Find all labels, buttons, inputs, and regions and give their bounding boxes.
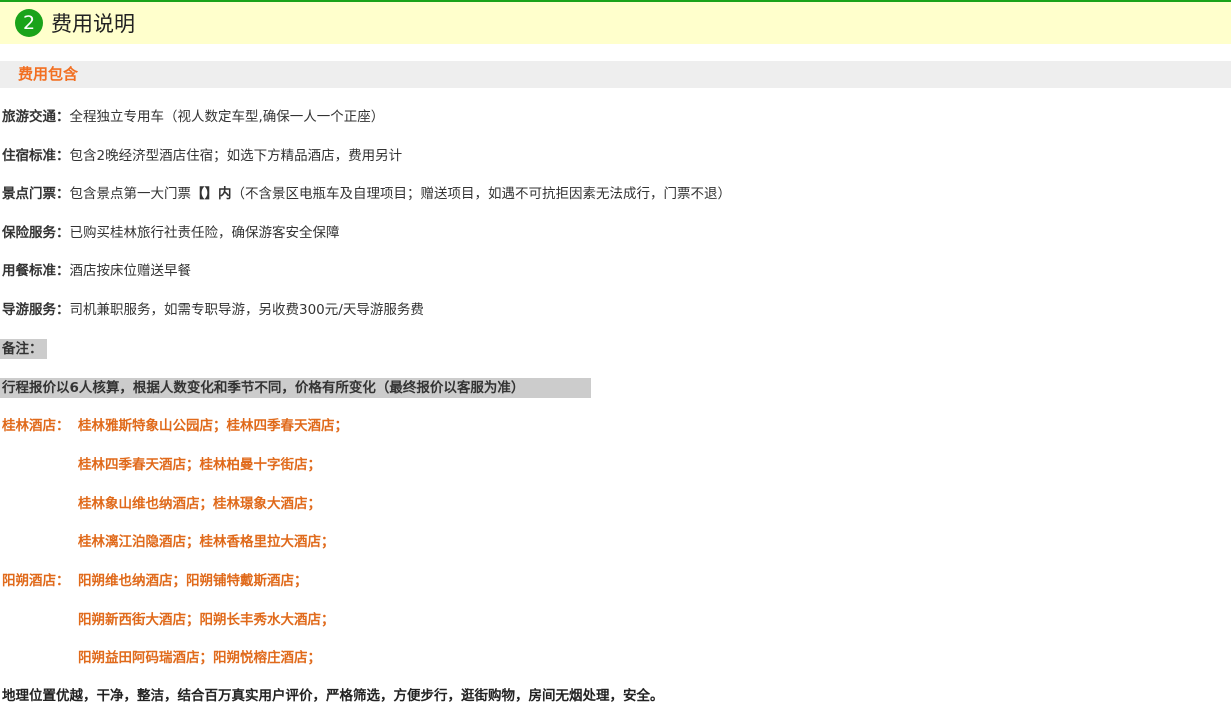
hotel-description: 地理位置优越，干净，整洁，结合百万真实用户评价，严格筛选，方便步行，逛街购物，房… <box>2 688 664 704</box>
item-accommodation: 住宿标准：包含2晚经济型酒店住宿；如选下方精品酒店，费用另计 <box>2 146 402 166</box>
guilin-hotel-line: 桂林漓江泊隐酒店；桂林香格里拉大酒店； <box>78 534 335 550</box>
item-label: 导游服务： <box>2 302 70 318</box>
yangshuo-hotel-line: 阳朔维也纳酒店；阳朔铺特戴斯酒店； <box>78 573 308 589</box>
item-insurance: 保险服务：已购买桂林旅行社责任险，确保游客安全保障 <box>2 223 340 243</box>
pricing-note: 行程报价以6人核算，根据人数变化和季节不同，价格有所变化（最终报价以客服为准） <box>0 378 591 398</box>
item-meals: 用餐标准：酒店按床位赠送早餐 <box>2 261 191 281</box>
guilin-hotels-label: 桂林酒店： <box>2 418 70 434</box>
guilin-hotel-line: 桂林四季春天酒店；桂林柏曼十字街店； <box>78 457 321 473</box>
guilin-hotel-line: 桂林雅斯特象山公园店；桂林四季春天酒店； <box>78 418 348 434</box>
item-transport: 旅游交通：全程独立专用车（视人数定车型,确保一人一个正座） <box>2 107 384 127</box>
item-value-pre: 包含景点第一大门票 <box>69 186 192 202</box>
item-label: 用餐标准： <box>2 263 70 279</box>
item-value: 已购买桂林旅行社责任险，确保游客安全保障 <box>69 225 340 241</box>
guilin-hotel-line: 桂林象山维也纳酒店；桂林璟象大酒店； <box>78 496 321 512</box>
item-value-post: （不含景区电瓶车及自理项目；赠送项目，如遇不可抗拒因素无法成行，门票不退） <box>231 186 732 202</box>
item-value: 全程独立专用车（视人数定车型,确保一人一个正座） <box>69 109 385 125</box>
item-label: 旅游交通： <box>2 109 70 125</box>
yangshuo-hotel-line: 阳朔新西街大酒店；阳朔长丰秀水大酒店； <box>78 612 335 628</box>
item-guide: 导游服务：司机兼职服务，如需专职导游，另收费300元/天导游服务费 <box>2 300 424 320</box>
item-value: 酒店按床位赠送早餐 <box>69 263 192 279</box>
step-number-badge: 2 <box>15 9 43 37</box>
remarks-label: 备注： <box>0 339 47 359</box>
item-label: 景点门票： <box>2 186 70 202</box>
item-value: 包含2晚经济型酒店住宿；如选下方精品酒店，费用另计 <box>69 148 403 164</box>
item-value: 司机兼职服务，如需专职导游，另收费300元/天导游服务费 <box>69 302 424 318</box>
fee-header-title: 费用说明 <box>51 12 135 36</box>
item-label: 住宿标准： <box>2 148 70 164</box>
yangshuo-hotels-label: 阳朔酒店： <box>2 573 70 589</box>
fee-included-section: 费用包含 <box>0 61 1231 88</box>
item-value-bold: 【】内 <box>191 186 232 202</box>
fee-included-title: 费用包含 <box>18 65 79 83</box>
item-label: 保险服务： <box>2 225 70 241</box>
yangshuo-hotel-line: 阳朔益田阿码瑞酒店；阳朔悦榕庄酒店； <box>78 650 321 666</box>
item-tickets: 景点门票：包含景点第一大门票【】内（不含景区电瓶车及自理项目；赠送项目，如遇不可… <box>2 184 731 204</box>
fee-header: 2 费用说明 <box>0 0 1231 44</box>
